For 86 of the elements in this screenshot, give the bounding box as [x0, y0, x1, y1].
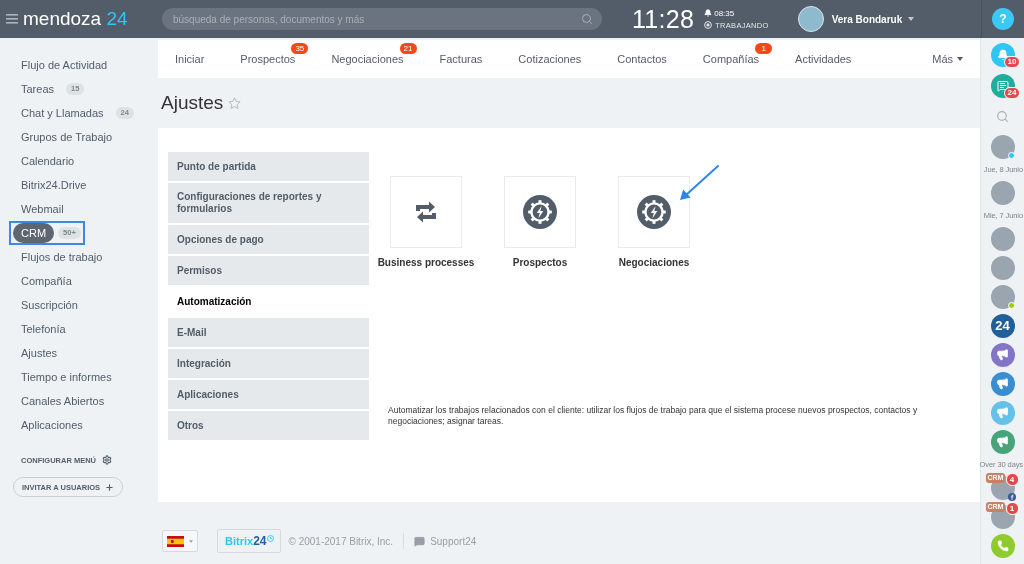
sidebar-item[interactable]: Flujos de trabajo [13, 247, 111, 267]
chats-button[interactable] [990, 73, 1015, 98]
call-button[interactable] [990, 533, 1015, 558]
nav-tab[interactable]: Contactos [599, 40, 685, 78]
sidebar-item[interactable]: CRM [13, 223, 55, 243]
tile-label: Prospectos [512, 257, 568, 268]
gear-bolt-icon [637, 195, 671, 229]
app-logo[interactable]: mendoza 24 [23, 8, 128, 30]
loop-arrows-icon [414, 201, 438, 223]
settings-menu-item[interactable]: Configuraciones de reportes y formularios [168, 183, 369, 223]
channel-button[interactable] [990, 371, 1015, 396]
settings-menu-item[interactable]: Opciones de pago [168, 225, 369, 254]
sidebar-item[interactable]: Aplicaciones [13, 415, 91, 435]
chat-icon [414, 535, 426, 547]
channel-button[interactable] [990, 342, 1015, 367]
language-button[interactable] [162, 530, 198, 552]
search-icon [996, 110, 1009, 123]
search-button[interactable] [996, 110, 1009, 123]
count-badge: 21 [399, 43, 417, 54]
tile-label: Business processes [377, 257, 475, 268]
alarm-time: 08:35 [714, 8, 735, 18]
megaphone-icon [996, 406, 1009, 419]
phone-icon [996, 539, 1009, 552]
settings-menu-item[interactable]: Permisos [168, 256, 369, 285]
count-badge: 1 [755, 43, 773, 54]
menu-icon [6, 14, 18, 24]
sidebar-item[interactable]: Canales Abiertos [13, 391, 113, 411]
settings-menu-item[interactable]: Integración [168, 349, 369, 378]
count-badge: 35 [291, 43, 309, 54]
sidebar-item[interactable]: Calendario [13, 151, 83, 171]
bell-icon [704, 9, 713, 17]
sidebar-item[interactable]: Webmail [13, 199, 72, 219]
nav-tab[interactable]: Compañías 1 [684, 40, 778, 78]
sidebar-item[interactable]: Bitrix24.Drive [13, 175, 95, 195]
megaphone-icon [996, 435, 1009, 448]
search-icon[interactable] [581, 13, 593, 25]
nav-tab[interactable]: Más [914, 40, 980, 78]
settings-menu-item[interactable]: Aplicaciones [168, 380, 369, 409]
channel-button[interactable] [990, 429, 1015, 454]
nav-tab[interactable]: Prospectos 35 [222, 40, 314, 78]
sidebar-item[interactable]: Telefonía [13, 319, 74, 339]
settings-icon [102, 455, 112, 465]
sidebar-item[interactable]: Flujo de Actividad [13, 55, 116, 75]
sidebar-item[interactable]: Ajustes [13, 343, 66, 363]
copyright-text: © 2001-2017 Bitrix, Inc. [288, 535, 394, 547]
nav-tab[interactable]: Negociaciones 21 [313, 40, 422, 78]
megaphone-icon [996, 377, 1009, 390]
menu-button[interactable] [6, 14, 18, 24]
sidebar-item[interactable]: Tareas [13, 79, 63, 99]
logo-button[interactable]: 24 [990, 313, 1015, 338]
sidebar-item[interactable]: Compañía [13, 271, 80, 291]
notifications-button[interactable] [990, 42, 1015, 67]
flag-icon [167, 535, 184, 547]
caret-icon [189, 539, 193, 543]
user-name[interactable]: Vera Bondaruk [831, 13, 903, 25]
nav-tab[interactable]: Iniciar [158, 40, 223, 78]
sidebar-item[interactable]: Suscripción [13, 295, 86, 315]
nav-tab[interactable]: Actividades [777, 40, 870, 78]
channel-button[interactable] [990, 400, 1015, 425]
bell-icon [996, 48, 1009, 61]
footer-logo-link[interactable]: Bitrix24 [217, 529, 282, 553]
nav-tab[interactable]: Cotizaciones [500, 40, 600, 78]
sidebar-item[interactable]: Chat y Llamadas [13, 103, 112, 123]
chat-icon [996, 79, 1009, 92]
gear-bolt-icon [523, 195, 557, 229]
automation-tile[interactable] [504, 176, 576, 248]
automation-tile[interactable] [618, 176, 690, 248]
sidebar-item[interactable]: Tiempo e informes [13, 367, 120, 387]
megaphone-icon [996, 348, 1009, 361]
user-avatar[interactable] [797, 6, 824, 32]
star-icon[interactable] [228, 96, 242, 110]
sidebar-item[interactable]: Grupos de Trabajo [13, 127, 121, 147]
tile-label: Negociaciones [618, 257, 690, 268]
page-title: Ajustes [161, 92, 224, 114]
clock-icon [267, 535, 275, 542]
caret-icon[interactable] [908, 17, 915, 21]
plus-icon [105, 482, 115, 492]
automation-tile[interactable] [390, 176, 462, 248]
settings-menu-item[interactable]: E-Mail [168, 318, 369, 347]
settings-menu-item[interactable]: Otros [168, 411, 369, 440]
stop-icon [704, 21, 713, 29]
caret-icon [957, 57, 963, 61]
nav-tab[interactable]: Facturas [421, 40, 501, 78]
description-text: Automatizar los trabajos relacionados con el cliente: utilizar los flujos de trabajo para que el sistema procese nuevos prospectos, contactos y negociaciones; asignar tareas. [388, 405, 919, 427]
clock-time: 11:28 [632, 4, 695, 34]
settings-menu-item[interactable]: Punto de partida [168, 152, 369, 181]
